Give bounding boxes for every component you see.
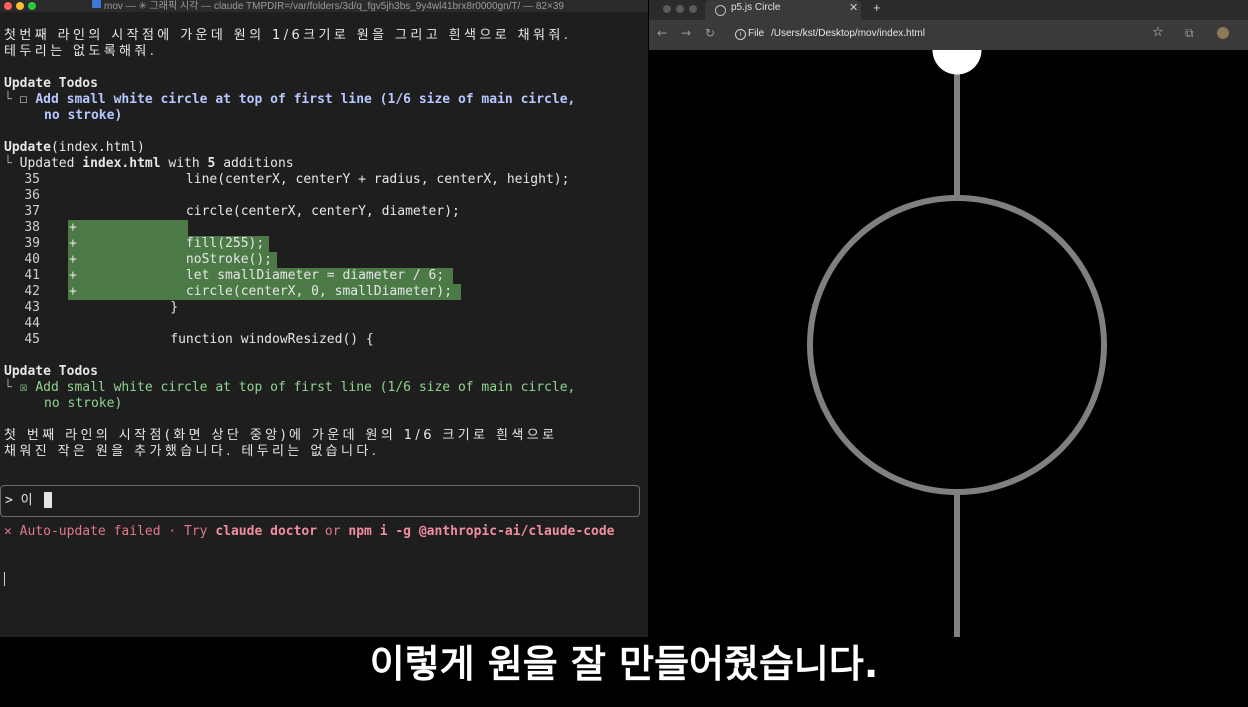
error-command-1: claude doctor — [215, 524, 318, 539]
text-cursor — [44, 492, 52, 508]
error-prefix: ✕ Auto-update failed · Try — [4, 524, 216, 539]
prompt-input-box[interactable]: > 이 — [0, 485, 640, 517]
terminal-window[interactable]: mov — ✳ 그래픽 시각 — claude TMPDIR=/var/fold… — [0, 0, 648, 707]
error-or: or — [317, 524, 349, 539]
assistant-answer-line-1: 첫 번째 라인의 시작점(화면 상단 중앙)에 가운데 원의 1/6 크기로 흰… — [4, 428, 558, 443]
diff-line-number: 42 — [24, 284, 40, 299]
diff-plus-marker: + — [69, 236, 77, 251]
prompt-input[interactable]: > 이 — [5, 493, 33, 509]
diff-line-number: 44 — [24, 316, 40, 331]
terminal-caret — [4, 572, 5, 586]
zoom-window-icon[interactable] — [689, 5, 697, 13]
diff-code: let smallDiameter = diameter / 6; — [92, 268, 445, 283]
diff-code: noStroke(); — [92, 252, 273, 267]
updated-suffix: additions — [223, 156, 294, 171]
diff-code: function windowResized() { — [92, 332, 374, 347]
bookmark-star-icon[interactable]: ☆ — [1152, 25, 1164, 40]
updated-count: 5 — [207, 156, 216, 171]
extensions-icon[interactable]: ⧉ — [1185, 26, 1194, 41]
file-chip[interactable]: File — [748, 28, 764, 39]
update-label: Update — [4, 140, 51, 155]
tab-p5js-circle[interactable]: p5.js Circle ✕ — [705, 0, 861, 20]
todo-text-line-2: no stroke) — [44, 108, 123, 123]
diff-plus-marker: + — [69, 268, 77, 283]
close-window-icon[interactable] — [4, 2, 12, 10]
tree-branch-icon: └ — [4, 92, 20, 107]
diff-line-number: 38 — [24, 220, 40, 235]
updated-prefix: Updated — [19, 156, 75, 171]
diff-line-number: 35 — [24, 172, 40, 187]
minimize-window-icon[interactable] — [16, 2, 24, 10]
updated-file: index.html — [82, 156, 161, 171]
tab-close-icon[interactable]: ✕ — [849, 1, 858, 14]
diff-line-number: 41 — [24, 268, 40, 283]
diff-code: fill(255); — [92, 236, 265, 251]
update-tool-line: Update(index.html) — [4, 140, 145, 156]
diff-code: circle(centerX, 0, smallDiameter); — [92, 284, 453, 299]
diff-plus-marker: + — [69, 252, 77, 267]
update-file: (index.html) — [50, 140, 145, 155]
diff-line-number: 43 — [24, 300, 40, 315]
canvas-background — [649, 50, 1248, 707]
todo-text-line-1: Add small white circle at top of first l… — [35, 92, 576, 107]
user-request-line-1: 첫번째 라인의 시작점에 가운데 원의 1/6크기로 원을 그리고 흰색으로 채… — [4, 28, 572, 43]
globe-icon — [715, 5, 726, 16]
diff-plus-marker: + — [69, 220, 77, 235]
zoom-window-icon[interactable] — [28, 2, 36, 10]
updated-with: with — [168, 156, 200, 171]
forward-arrow-icon[interactable]: → — [681, 26, 691, 40]
browser-window[interactable]: p5.js Circle ✕ + ← → ↻ i File /Users/kst… — [649, 0, 1248, 707]
diff-plus-marker: + — [69, 284, 77, 299]
browser-toolbar: ← → ↻ i File /Users/kst/Desktop/mov/inde… — [649, 20, 1248, 50]
todo-done-text-line-1: Add small white circle at top of first l… — [35, 380, 576, 395]
folder-icon — [92, 0, 101, 8]
todo-item-pending: └ ☐ Add small white circle at top of fir… — [4, 92, 575, 108]
diff-code: circle(centerX, centerY, diameter); — [92, 204, 460, 219]
checked-box-icon: ☒ — [19, 380, 28, 395]
reload-icon[interactable]: ↻ — [705, 26, 715, 40]
url-text[interactable]: /Users/kst/Desktop/mov/index.html — [771, 28, 925, 39]
user-request-line-2: 테두리는 없도록해줘. — [4, 44, 158, 59]
tab-title: p5.js Circle — [731, 2, 781, 13]
p5-canvas[interactable] — [649, 50, 1248, 707]
tree-branch-icon: └ — [4, 380, 20, 395]
terminal-titlebar[interactable]: mov — ✳ 그래픽 시각 — claude TMPDIR=/var/fold… — [0, 0, 648, 12]
diff-added-highlight — [68, 220, 188, 236]
tree-branch-icon: └ — [4, 156, 20, 171]
minimize-window-icon[interactable] — [676, 5, 684, 13]
todos-header-1: Update Todos — [4, 76, 98, 91]
todo-done-text-line-2: no stroke) — [44, 396, 123, 411]
error-command-2: npm i -g @anthropic-ai/claude-code — [348, 524, 615, 539]
auto-update-error: ✕ Auto-update failed · Try claude doctor… — [4, 524, 615, 540]
update-summary: └ Updated index.html with 5 additions — [4, 156, 294, 172]
video-subtitle: 이렇게 원을 잘 만들어줬습니다. — [369, 642, 879, 686]
todo-item-done: └ ☒ Add small white circle at top of fir… — [4, 380, 575, 396]
back-arrow-icon[interactable]: ← — [657, 26, 667, 40]
diff-code: } — [92, 300, 179, 315]
diff-line-number: 39 — [24, 236, 40, 251]
new-tab-button[interactable]: + — [873, 0, 881, 15]
unchecked-box-icon: ☐ — [19, 92, 28, 107]
assistant-answer-line-2: 채워진 작은 원을 추가했습니다. 테두리는 없습니다. — [4, 444, 380, 459]
diff-line-number: 36 — [24, 188, 40, 203]
site-info-icon[interactable]: i — [735, 29, 746, 40]
todos-header-2: Update Todos — [4, 364, 98, 379]
tab-bar: p5.js Circle ✕ + — [649, 0, 1248, 20]
diff-code: line(centerX, centerY + radius, centerX,… — [92, 172, 570, 187]
diff-line-number: 40 — [24, 252, 40, 267]
profile-avatar[interactable] — [1217, 27, 1229, 39]
terminal-title: mov — ✳ 그래픽 시각 — claude TMPDIR=/var/fold… — [104, 1, 564, 12]
diff-line-number: 45 — [24, 332, 40, 347]
diff-line-number: 37 — [24, 204, 40, 219]
close-window-icon[interactable] — [663, 5, 671, 13]
